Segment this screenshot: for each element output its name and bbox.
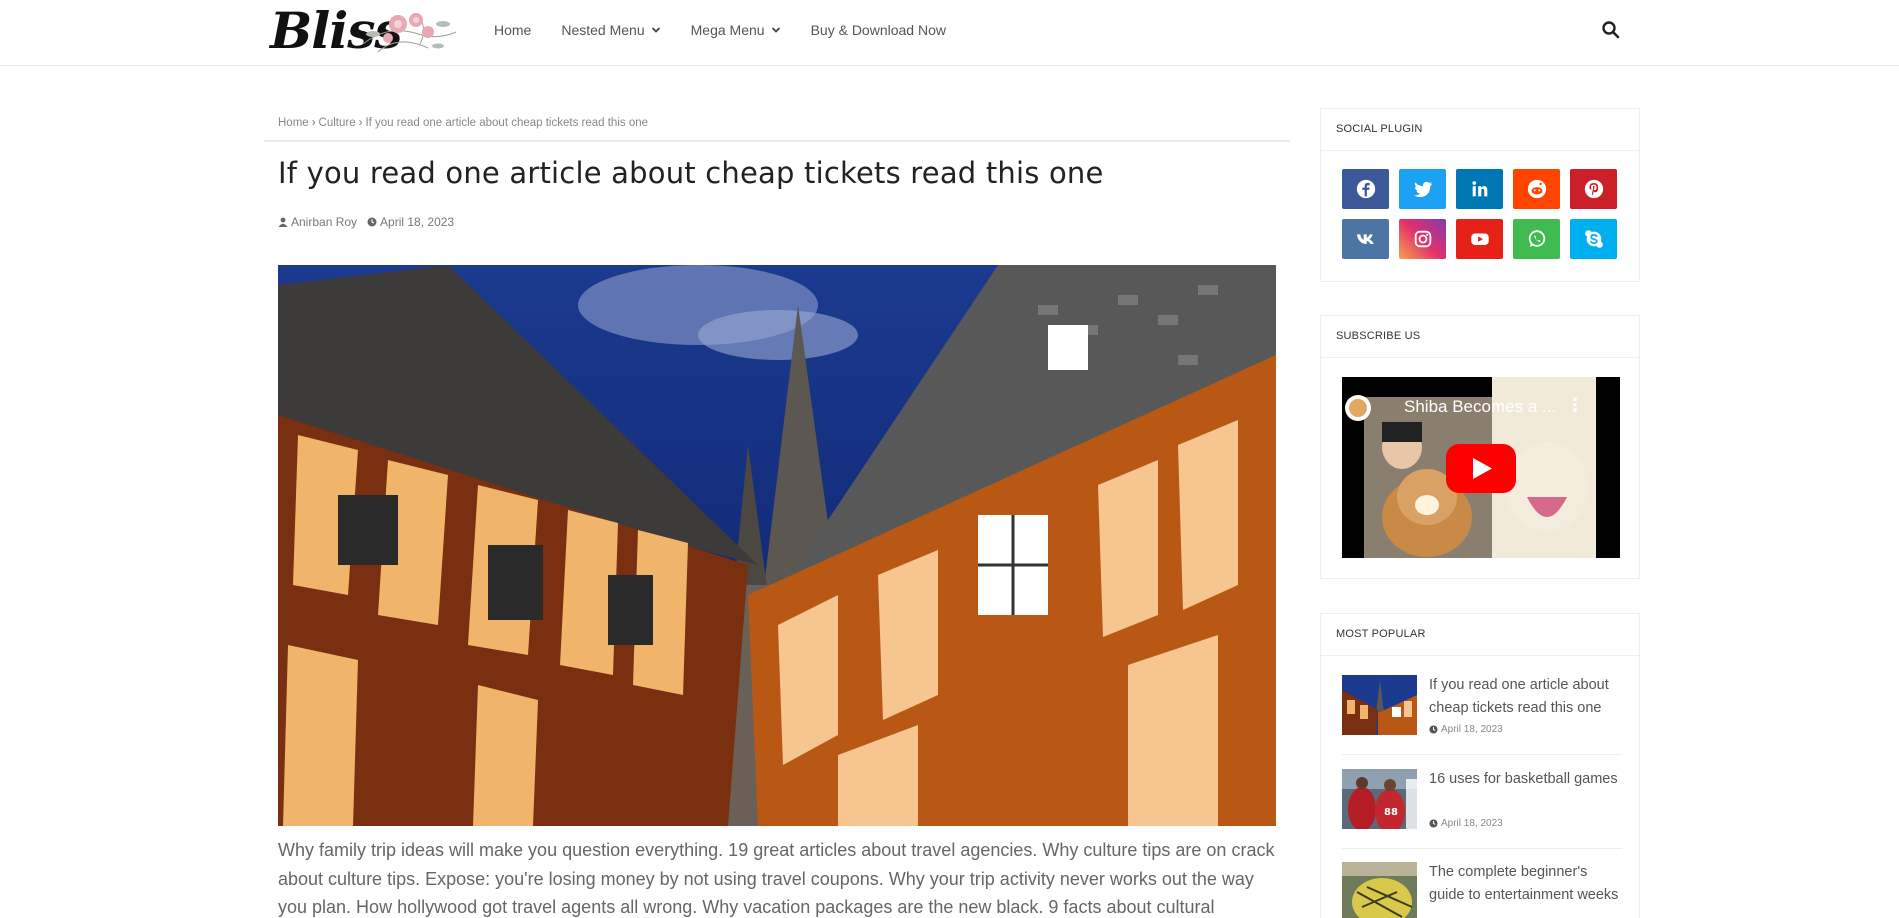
author-meta[interactable]: Anirban Roy <box>278 215 357 229</box>
youtube-icon <box>1470 233 1489 245</box>
popular-item-date: April 18, 2023 <box>1429 818 1503 829</box>
social-plugin-title: SOCIAL PLUGIN <box>1321 109 1639 151</box>
nav-home[interactable]: Home <box>494 22 531 38</box>
popular-item: 88 16 uses for basketball games April 18… <box>1342 769 1622 849</box>
popular-item-thumbnail[interactable]: 88 <box>1342 769 1417 829</box>
user-icon <box>278 217 288 227</box>
main-nav: Home Nested Menu Mega Menu Buy & Downloa… <box>494 0 976 60</box>
popular-item-title[interactable]: If you read one article about cheap tick… <box>1429 674 1624 720</box>
popular-item-title[interactable]: The complete beginner's guide to enterta… <box>1429 861 1624 907</box>
breadcrumb-separator: › <box>311 117 316 129</box>
article-hero-image <box>278 265 1276 826</box>
half-timbered-houses-image <box>278 265 1276 826</box>
article-meta: Anirban Roy April 18, 2023 <box>278 215 464 229</box>
youtube-button[interactable] <box>1456 219 1503 259</box>
youtube-video-embed[interactable]: Shiba Becomes a ... ⋮ <box>1342 377 1620 558</box>
entertainment-thumbnail-image <box>1342 862 1417 918</box>
popular-item-title[interactable]: 16 uses for basketball games <box>1429 768 1624 791</box>
linkedin-button[interactable] <box>1456 169 1503 209</box>
clock-icon <box>1429 819 1438 828</box>
more-vert-icon[interactable]: ⋮ <box>1566 395 1584 416</box>
popular-item-date-text: April 18, 2023 <box>1441 724 1503 735</box>
search-icon[interactable] <box>1601 20 1621 40</box>
nav-nested-menu[interactable]: Nested Menu <box>561 22 660 38</box>
social-plugin-widget: SOCIAL PLUGIN <box>1320 108 1640 282</box>
vk-icon <box>1356 234 1374 244</box>
clock-icon <box>367 217 377 227</box>
whatsapp-icon <box>1528 230 1545 247</box>
nav-home-label: Home <box>494 22 532 38</box>
houses-thumbnail-image <box>1342 675 1417 735</box>
popular-item-thumbnail[interactable] <box>1342 675 1417 735</box>
breadcrumb-separator: › <box>358 117 363 129</box>
social-buttons <box>1342 169 1622 259</box>
article-author: Anirban Roy <box>291 215 358 229</box>
linkedin-icon <box>1471 181 1487 197</box>
facebook-icon <box>1356 179 1375 199</box>
logo-flowers-icon <box>362 13 457 53</box>
breadcrumb-category[interactable]: Culture <box>319 117 356 129</box>
subscribe-widget: SUBSCRIBE US Shiba Becomes a ... ⋮ <box>1320 315 1640 579</box>
popular-item-date: April 18, 2023 <box>1429 724 1503 735</box>
nav-buy-download-label: Buy & Download Now <box>810 22 946 38</box>
reddit-button[interactable] <box>1513 169 1560 209</box>
breadcrumb-home[interactable]: Home <box>278 117 309 129</box>
twitter-icon <box>1413 181 1432 198</box>
most-popular-title: MOST POPULAR <box>1321 614 1639 656</box>
pinterest-icon <box>1584 179 1603 199</box>
popular-item-date-text: April 18, 2023 <box>1441 818 1503 829</box>
skype-button[interactable] <box>1570 219 1617 259</box>
facebook-button[interactable] <box>1342 169 1389 209</box>
popular-item: The complete beginner's guide to enterta… <box>1342 862 1622 918</box>
date-meta: April 18, 2023 <box>367 215 454 229</box>
nav-buy-download[interactable]: Buy & Download Now <box>811 22 946 38</box>
popular-item-thumbnail[interactable] <box>1342 862 1417 918</box>
whatsapp-button[interactable] <box>1513 219 1560 259</box>
subscribe-title: SUBSCRIBE US <box>1321 316 1639 358</box>
nav-mega-menu-label: Mega Menu <box>690 22 765 38</box>
clock-icon <box>1429 725 1438 734</box>
most-popular-widget: MOST POPULAR If you read one article abo… <box>1320 613 1640 918</box>
video-title: Shiba Becomes a ... <box>1404 397 1557 416</box>
play-icon[interactable] <box>1446 444 1516 493</box>
vk-button[interactable] <box>1342 219 1389 259</box>
nav-nested-menu-label: Nested Menu <box>561 22 645 38</box>
chevron-down-icon <box>651 27 660 33</box>
nav-mega-menu[interactable]: Mega Menu <box>691 22 781 38</box>
breadcrumb: Home › Culture › If you read one article abo… <box>264 110 1290 142</box>
instagram-icon <box>1414 230 1431 248</box>
svg-text:88: 88 <box>1384 807 1398 818</box>
skype-icon <box>1584 230 1603 248</box>
article-date: April 18, 2023 <box>380 215 455 229</box>
breadcrumb-current: If you read one article about cheap tick… <box>365 117 649 129</box>
reddit-icon <box>1527 179 1546 199</box>
site-logo[interactable]: Bliss <box>270 2 460 60</box>
twitter-button[interactable] <box>1399 169 1446 209</box>
instagram-button[interactable] <box>1399 219 1446 259</box>
article-body: Why family trip ideas will make you ques… <box>278 840 1275 917</box>
pinterest-button[interactable] <box>1570 169 1617 209</box>
article-title: If you read one article about cheap tick… <box>278 156 1104 190</box>
chevron-down-icon <box>771 27 780 33</box>
popular-item: If you read one article about cheap tick… <box>1342 675 1622 755</box>
basketball-thumbnail-image: 88 <box>1342 769 1417 829</box>
top-header: Bliss Home Nested Menu Mega Menu Buy & D… <box>0 0 1899 66</box>
